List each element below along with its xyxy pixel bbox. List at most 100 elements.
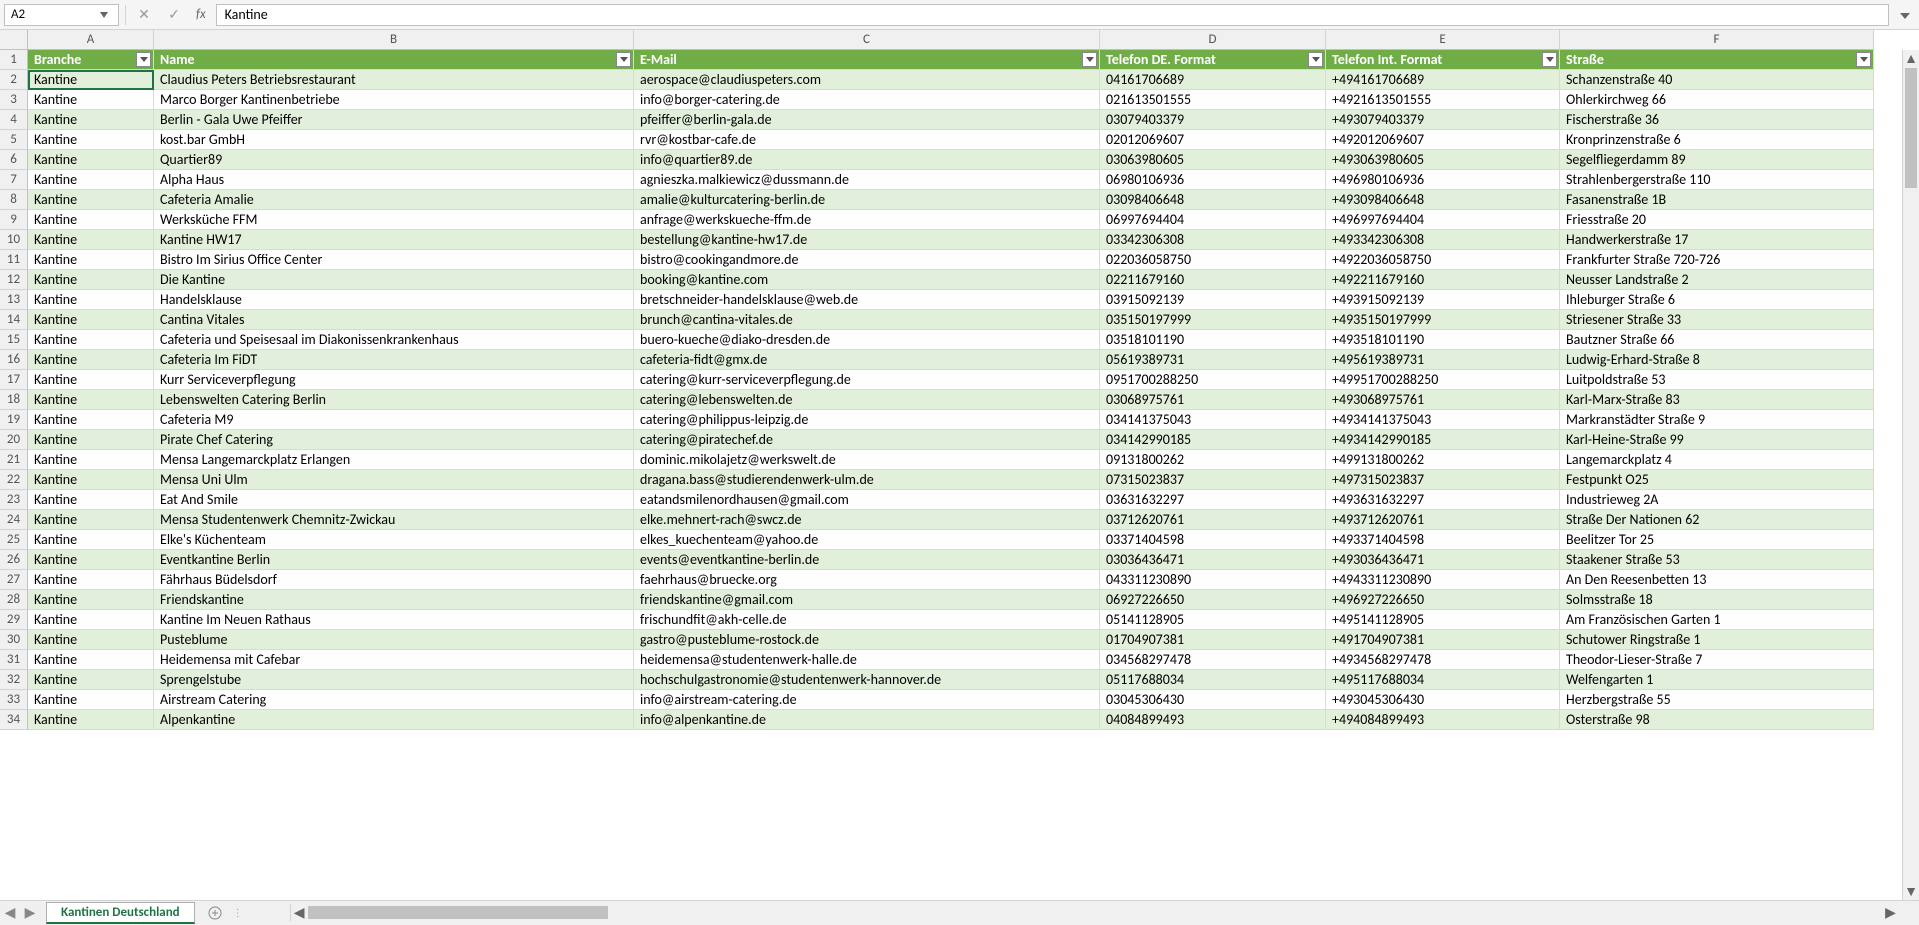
expand-formula-bar-icon[interactable] [1895,11,1915,19]
cell-B31[interactable]: Heidemensa mit Cafebar [154,650,634,670]
cell-D11[interactable]: 022036058750 [1100,250,1326,270]
cell-A11[interactable]: Kantine [28,250,154,270]
cell-A15[interactable]: Kantine [28,330,154,350]
row-header-22[interactable]: 22 [0,470,28,490]
horizontal-scroll-thumb[interactable] [308,906,608,919]
row-header-33[interactable]: 33 [0,690,28,710]
cell-E13[interactable]: +493915092139 [1326,290,1560,310]
table-header-F[interactable]: Straße [1560,50,1874,70]
cell-E6[interactable]: +493063980605 [1326,150,1560,170]
cell-B4[interactable]: Berlin - Gala Uwe Pfeiffer [154,110,634,130]
cell-A5[interactable]: Kantine [28,130,154,150]
row-header-21[interactable]: 21 [0,450,28,470]
cell-C30[interactable]: gastro@pusteblume-rostock.de [634,630,1100,650]
add-sheet-button[interactable] [203,901,227,925]
cell-C4[interactable]: pfeiffer@berlin-gala.de [634,110,1100,130]
cell-A29[interactable]: Kantine [28,610,154,630]
cell-C17[interactable]: catering@kurr-serviceverpflegung.de [634,370,1100,390]
filter-button-C[interactable] [1082,52,1097,67]
cell-F34[interactable]: Osterstraße 98 [1560,710,1874,730]
cell-C15[interactable]: buero-kueche@diako-dresden.de [634,330,1100,350]
cell-E11[interactable]: +4922036058750 [1326,250,1560,270]
row-header-15[interactable]: 15 [0,330,28,350]
cell-B22[interactable]: Mensa Uni Ulm [154,470,634,490]
column-header-F[interactable]: F [1560,30,1874,50]
cell-B21[interactable]: Mensa Langemarckplatz Erlangen [154,450,634,470]
name-box[interactable]: A2 [4,4,119,26]
cell-A30[interactable]: Kantine [28,630,154,650]
sheet-tab-active[interactable]: Kantinen Deutschland [46,902,195,924]
cell-A20[interactable]: Kantine [28,430,154,450]
cell-F28[interactable]: Solmsstraße 18 [1560,590,1874,610]
cell-E22[interactable]: +497315023837 [1326,470,1560,490]
cell-D3[interactable]: 021613501555 [1100,90,1326,110]
cell-B3[interactable]: Marco Borger Kantinenbetriebe [154,90,634,110]
cell-E8[interactable]: +493098406648 [1326,190,1560,210]
cell-E33[interactable]: +493045306430 [1326,690,1560,710]
cell-E17[interactable]: +49951700288250 [1326,370,1560,390]
cell-D20[interactable]: 034142990185 [1100,430,1326,450]
filter-button-D[interactable] [1308,52,1323,67]
cell-E26[interactable]: +493036436471 [1326,550,1560,570]
cell-B7[interactable]: Alpha Haus [154,170,634,190]
cell-C16[interactable]: cafeteria-fidt@gmx.de [634,350,1100,370]
vertical-scroll-thumb[interactable] [1905,68,1917,188]
cell-B13[interactable]: Handelsklause [154,290,634,310]
cell-D32[interactable]: 05117688034 [1100,670,1326,690]
cell-D21[interactable]: 09131800262 [1100,450,1326,470]
cell-B11[interactable]: Bistro Im Sirius Office Center [154,250,634,270]
cell-C26[interactable]: events@eventkantine-berlin.de [634,550,1100,570]
table-header-E[interactable]: Telefon Int. Format [1326,50,1560,70]
cell-D9[interactable]: 06997694404 [1100,210,1326,230]
cell-F26[interactable]: Staakener Straße 53 [1560,550,1874,570]
row-header-34[interactable]: 34 [0,710,28,730]
cell-E20[interactable]: +4934142990185 [1326,430,1560,450]
cell-E27[interactable]: +4943311230890 [1326,570,1560,590]
cell-B28[interactable]: Friendskantine [154,590,634,610]
cell-F9[interactable]: Friesstraße 20 [1560,210,1874,230]
cell-F25[interactable]: Beelitzer Tor 25 [1560,530,1874,550]
row-header-9[interactable]: 9 [0,210,28,230]
cell-F14[interactable]: Striesener Straße 33 [1560,310,1874,330]
row-header-5[interactable]: 5 [0,130,28,150]
column-header-E[interactable]: E [1326,30,1560,50]
row-header-16[interactable]: 16 [0,350,28,370]
row-header-7[interactable]: 7 [0,170,28,190]
table-header-C[interactable]: E-Mail [634,50,1100,70]
scroll-left-icon[interactable]: ◀ [291,904,308,921]
cell-D31[interactable]: 034568297478 [1100,650,1326,670]
tab-split-handle[interactable]: ⋮ [227,906,250,919]
cell-C10[interactable]: bestellung@kantine-hw17.de [634,230,1100,250]
table-header-D[interactable]: Telefon DE. Format [1100,50,1326,70]
cell-A32[interactable]: Kantine [28,670,154,690]
cell-F6[interactable]: Segelfliegerdamm 89 [1560,150,1874,170]
sheet-nav-prev-icon[interactable]: ◀ [0,901,20,925]
cell-B26[interactable]: Eventkantine Berlin [154,550,634,570]
cell-A4[interactable]: Kantine [28,110,154,130]
row-header-18[interactable]: 18 [0,390,28,410]
cell-F10[interactable]: Handwerkerstraße 17 [1560,230,1874,250]
cell-B10[interactable]: Kantine HW17 [154,230,634,250]
cell-C13[interactable]: bretschneider-handelsklause@web.de [634,290,1100,310]
cell-D7[interactable]: 06980106936 [1100,170,1326,190]
row-header-12[interactable]: 12 [0,270,28,290]
cell-F21[interactable]: Langemarckplatz 4 [1560,450,1874,470]
row-header-4[interactable]: 4 [0,110,28,130]
cell-C5[interactable]: rvr@kostbar-cafe.de [634,130,1100,150]
cell-F32[interactable]: Welfengarten 1 [1560,670,1874,690]
row-header-8[interactable]: 8 [0,190,28,210]
cell-B19[interactable]: Cafeteria M9 [154,410,634,430]
cell-A27[interactable]: Kantine [28,570,154,590]
cell-F11[interactable]: Frankfurter Straße 720-726 [1560,250,1874,270]
cell-B25[interactable]: Elke's Küchenteam [154,530,634,550]
select-all-corner[interactable] [0,30,28,50]
cell-A28[interactable]: Kantine [28,590,154,610]
cell-F13[interactable]: Ihleburger Straße 6 [1560,290,1874,310]
cell-F2[interactable]: Schanzenstraße 40 [1560,70,1874,90]
filter-button-B[interactable] [616,52,631,67]
row-header-19[interactable]: 19 [0,410,28,430]
cell-E18[interactable]: +493068975761 [1326,390,1560,410]
cell-D30[interactable]: 01704907381 [1100,630,1326,650]
cell-E28[interactable]: +496927226650 [1326,590,1560,610]
cell-B23[interactable]: Eat And Smile [154,490,634,510]
